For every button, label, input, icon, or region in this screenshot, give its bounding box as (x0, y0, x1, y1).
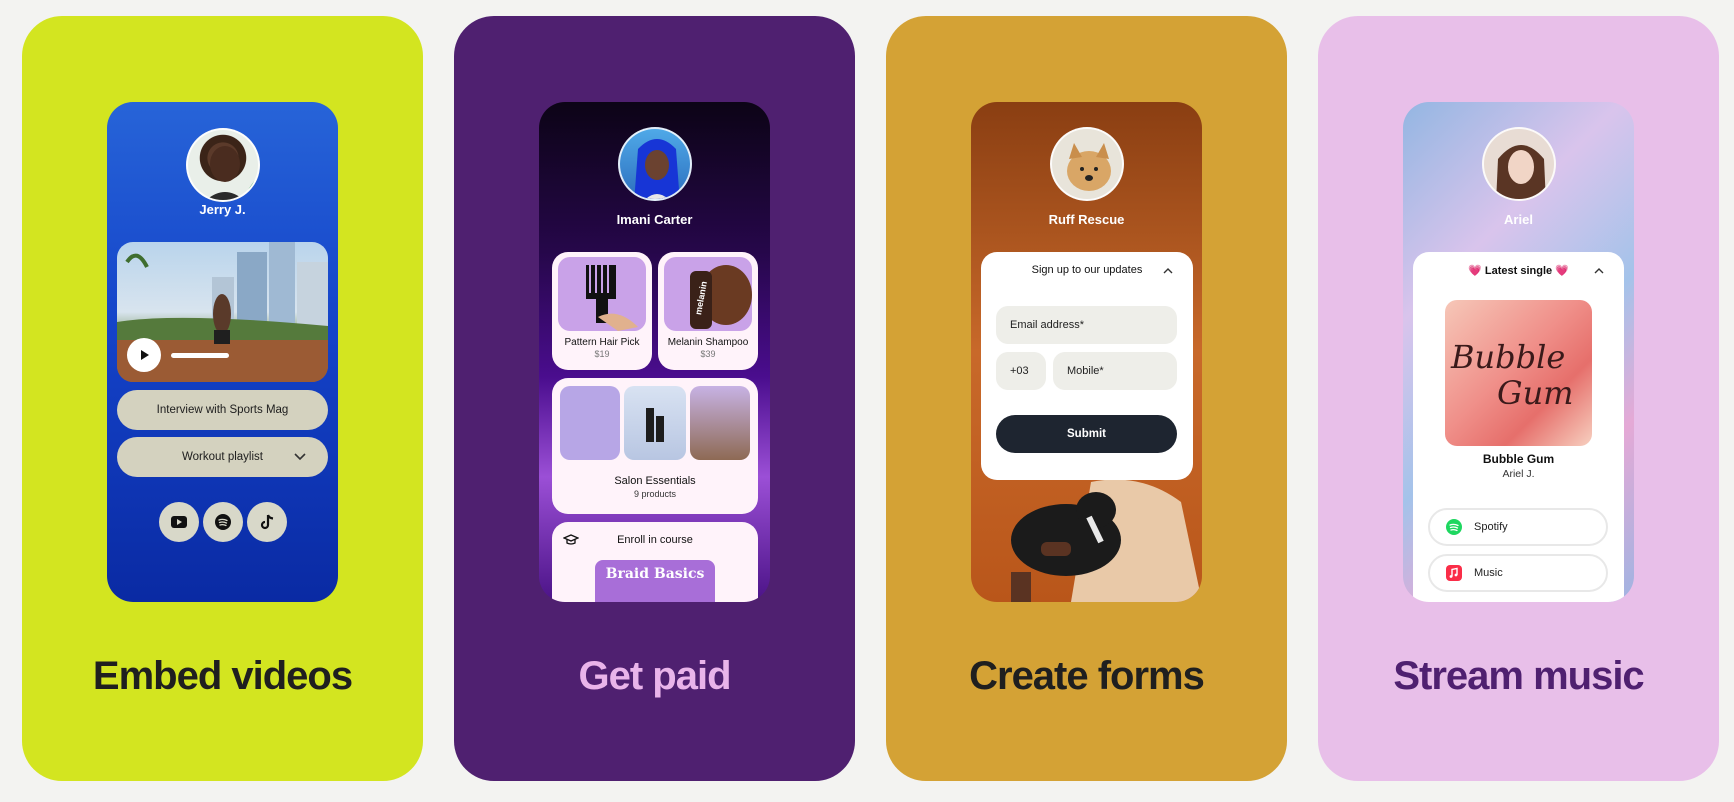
form-header[interactable]: Sign up to our updates (981, 264, 1193, 280)
feature-card-embed-videos[interactable]: Jerry J. Interview with Sports Mag Worko… (22, 16, 423, 781)
button-label: Interview with Sports Mag (156, 404, 289, 416)
play-icon (141, 350, 149, 360)
profile-name: Ruff Rescue (1048, 212, 1125, 227)
profile-name: Imani Carter (616, 212, 693, 227)
course-cover: Braid Basics (595, 560, 715, 602)
avatar (618, 127, 692, 201)
collection-image (560, 386, 620, 460)
feature-heading: Embed videos (92, 654, 353, 698)
country-code-field[interactable]: +03 (996, 352, 1046, 390)
apple-music-stream-button[interactable]: Music (1428, 554, 1608, 592)
album-cover-text: Bubble (1451, 338, 1566, 376)
single-header-label: 💗 Latest single 💗 (1468, 265, 1569, 277)
avatar (1050, 127, 1124, 201)
interview-link-button[interactable]: Interview with Sports Mag (117, 390, 328, 430)
feature-heading: Create forms (969, 654, 1205, 698)
avatar (1482, 127, 1556, 201)
chevron-down-icon (294, 453, 306, 461)
collection-image (690, 386, 750, 460)
album-cover-text: Gum (1497, 374, 1574, 412)
video-embed[interactable] (117, 242, 328, 382)
workout-playlist-button[interactable]: Workout playlist (117, 437, 328, 477)
product-title: Pattern Hair Pick (564, 337, 640, 348)
phone-mockup: Ruff Rescue Sign up to our updates Email… (971, 102, 1202, 602)
video-progress-bar[interactable] (171, 353, 229, 358)
feature-heading: Stream music (1393, 654, 1644, 698)
apple-music-icon (1446, 565, 1462, 581)
feature-heading: Get paid (578, 654, 731, 698)
product-price: $19 (594, 349, 610, 359)
email-field[interactable]: Email address* (996, 306, 1177, 344)
track-artist: Ariel J. (1502, 468, 1535, 480)
music-card: 💗 Latest single 💗 Bubble Gum Bubble Gum … (1413, 252, 1624, 602)
chevron-up-icon (1163, 268, 1173, 274)
course-label: Enroll in course (617, 534, 693, 546)
collection-title: Salon Essentials (614, 475, 696, 487)
form-title: Sign up to our updates (1031, 264, 1143, 276)
profile-name: Jerry J. (199, 202, 246, 217)
phone-mockup: Ariel 💗 Latest single 💗 Bubble Gum Bubbl… (1403, 102, 1634, 602)
tiktok-link[interactable] (247, 502, 287, 542)
spotify-link[interactable] (203, 502, 243, 542)
track-title: Bubble Gum (1482, 452, 1555, 466)
product-image: melanin (664, 257, 752, 331)
youtube-link[interactable] (159, 502, 199, 542)
stream-label: Spotify (1474, 521, 1508, 533)
product-image (558, 257, 646, 331)
feature-card-get-paid[interactable]: Imani Carter Pattern Hair Pick $19 melan… (454, 16, 855, 781)
profile-name: Ariel (1504, 212, 1533, 227)
course-card[interactable]: Enroll in course Braid Basics (552, 522, 758, 602)
avatar (186, 128, 260, 202)
tiktok-icon (260, 514, 274, 530)
product-price: $39 (700, 349, 716, 359)
feature-card-create-forms[interactable]: Ruff Rescue Sign up to our updates Email… (886, 16, 1287, 781)
chevron-up-icon (1594, 268, 1604, 274)
stream-label: Music (1474, 567, 1503, 579)
signup-form: Sign up to our updates Email address* +0… (981, 252, 1193, 480)
phone-mockup: Imani Carter Pattern Hair Pick $19 melan… (539, 102, 770, 602)
product-title: Melanin Shampoo (667, 337, 749, 348)
background-photo (1011, 479, 1202, 602)
spotify-icon (1446, 519, 1462, 535)
spotify-icon (215, 514, 231, 530)
product-card[interactable]: Pattern Hair Pick $19 (552, 252, 652, 370)
album-cover[interactable]: Bubble Gum (1445, 300, 1592, 446)
product-card[interactable]: melanin Melanin Shampoo $39 (658, 252, 758, 370)
collection-card[interactable]: Salon Essentials 9 products (552, 378, 758, 514)
play-button[interactable] (127, 338, 161, 372)
course-cover-title: Braid Basics (605, 566, 705, 582)
collection-count: 9 products (633, 489, 677, 499)
phone-mockup: Jerry J. Interview with Sports Mag Worko… (107, 102, 338, 602)
youtube-icon (171, 516, 187, 528)
spotify-stream-button[interactable]: Spotify (1428, 508, 1608, 546)
submit-button[interactable]: Submit (996, 415, 1177, 453)
mobile-field[interactable]: Mobile* (1053, 352, 1177, 390)
collection-image (624, 386, 686, 460)
feature-card-stream-music[interactable]: Ariel 💗 Latest single 💗 Bubble Gum Bubbl… (1318, 16, 1719, 781)
single-header[interactable]: 💗 Latest single 💗 (1413, 264, 1624, 280)
button-label: Workout playlist (182, 451, 263, 463)
